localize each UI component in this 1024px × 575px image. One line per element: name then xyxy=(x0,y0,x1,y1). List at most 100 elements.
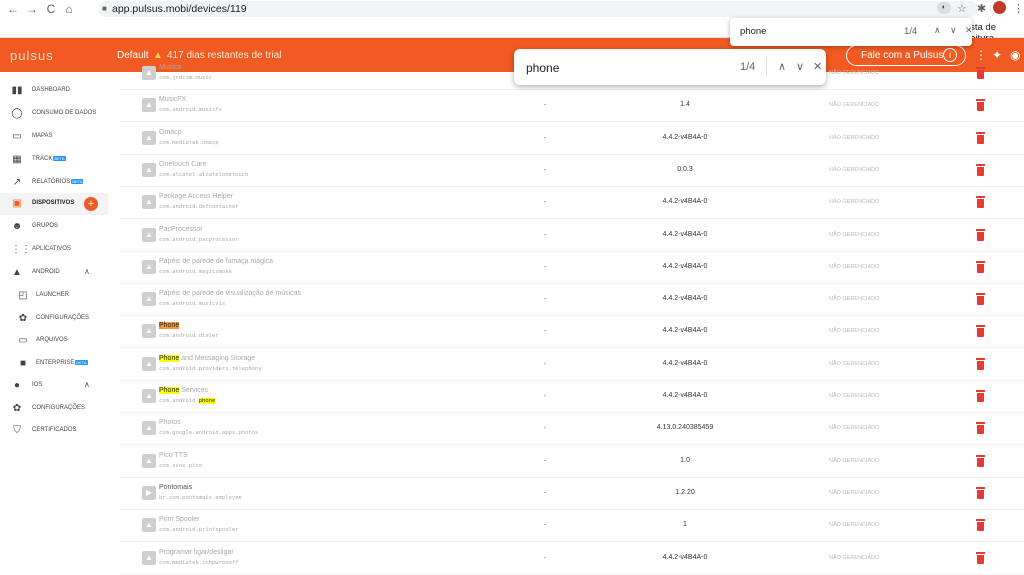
sidebar-item-ios[interactable]: ● IOS ∧ xyxy=(0,375,108,397)
app-name: Phone Services xyxy=(159,387,208,394)
delete-icon-lid xyxy=(976,196,985,199)
sidebar-item-dispositivos[interactable]: ▣ DISPOSITIVOS + xyxy=(0,193,108,215)
install-source: - xyxy=(544,489,547,497)
app-package: com.mediatek.schpwronoff xyxy=(159,559,239,566)
delete-icon[interactable] xyxy=(976,131,985,144)
delete-icon[interactable] xyxy=(976,390,985,402)
sidebar-item-mapas[interactable]: ▭ MAPAS xyxy=(0,126,108,148)
find-bar-secondary: phone 1/4 ∧ ∨ ✕ xyxy=(730,18,973,46)
sidebar-item-launcher[interactable]: ◰ LAUNCHER xyxy=(0,285,108,307)
find-close-icon[interactable]: ✕ xyxy=(965,25,973,36)
sidebar-item-label: CONFIGURAÇÕES xyxy=(32,405,85,411)
back-icon[interactable]: ← xyxy=(6,2,20,16)
delete-icon-lid xyxy=(976,67,985,69)
puzzle-icon[interactable]: ✱ xyxy=(977,2,986,15)
delete-icon[interactable] xyxy=(976,519,985,532)
delete-icon[interactable] xyxy=(976,99,985,112)
profile-avatar[interactable] xyxy=(993,1,1006,14)
sidebar-item-track[interactable]: ▦ TRACK BETA xyxy=(0,149,108,171)
table-row: ▲ PacProcessor com.android.pacprocessor - 4.… xyxy=(120,220,1024,252)
android-app-icon: ▲ xyxy=(142,292,156,307)
sidebar-item-label: IOS xyxy=(32,382,42,388)
sidebar-item-android[interactable]: ▲ ANDROID ∧ xyxy=(0,262,108,284)
install-source: - xyxy=(544,296,547,304)
find-close-icon[interactable]: ✕ xyxy=(813,60,822,73)
sidebar-item-label: CONSUMO DE DADOS xyxy=(32,110,96,116)
delete-icon[interactable] xyxy=(976,228,985,241)
install-source: - xyxy=(544,328,547,336)
management-status: NÃO GERENCIADO xyxy=(829,328,880,335)
app-name: Omacp xyxy=(159,128,182,136)
delete-icon[interactable] xyxy=(976,454,985,467)
app-name: Musica xyxy=(159,64,182,71)
sidebar-item-label: CONFIGURAÇÕES xyxy=(36,315,89,321)
app-name-rest: Services xyxy=(179,387,209,394)
address-bar[interactable]: ■ app.pulsus.mobi/devices/119 xyxy=(98,1,978,17)
pulsus-logo[interactable]: pulsus xyxy=(10,48,54,63)
delete-icon-body xyxy=(977,70,984,79)
delete-icon-lid xyxy=(976,325,985,328)
app-package: com.mediatek.omacp xyxy=(159,139,219,146)
delete-icon[interactable] xyxy=(976,486,985,499)
sidebar-item-enterprise[interactable]: ■ ENTERPRISE BETA xyxy=(0,353,108,375)
delete-icon[interactable] xyxy=(976,551,985,564)
reload-icon[interactable]: C xyxy=(44,2,58,16)
sidebar-item-configura-es[interactable]: ✿ CONFIGURAÇÕES xyxy=(0,398,108,420)
sidebar: ▮▮ DASHBOARD ◯ CONSUMO DE DADOS ▭ MAPAS ▦ TRACK… xyxy=(0,72,108,567)
sidebar-item-label: ARQUIVOS xyxy=(36,337,68,343)
home-icon[interactable]: ⌂ xyxy=(62,2,76,16)
table-row: ▲ Programar ligar/desligar com.mediatek.sc… xyxy=(120,543,1024,575)
extension-icon[interactable]: ◐ xyxy=(937,2,951,14)
find-query[interactable]: phone xyxy=(526,61,559,75)
sidebar-item-dashboard[interactable]: ▮▮ DASHBOARD xyxy=(0,80,108,102)
app-package: com.android.defcontainer xyxy=(159,204,239,211)
delete-icon-body xyxy=(977,134,984,144)
delete-icon-body xyxy=(977,393,984,402)
star-icon[interactable]: ☆ xyxy=(957,2,967,15)
find-query-secondary[interactable]: phone xyxy=(740,26,766,37)
sidebar-item-relat-rios[interactable]: ↗ RELATÓRIOS BETA xyxy=(0,172,108,194)
delete-icon[interactable] xyxy=(976,325,985,338)
app-name: Onetouch Care xyxy=(159,160,207,168)
delete-icon[interactable] xyxy=(976,260,985,273)
sidebar-item-certificados[interactable]: ⛉ CERTIFICADOS xyxy=(0,420,108,442)
delete-icon[interactable] xyxy=(976,163,985,176)
app-package: br.com.pontomais.employee xyxy=(159,494,242,501)
app-package-prefix: com.android. xyxy=(159,398,199,404)
app-package: com.android.providers.telephony xyxy=(159,365,262,372)
sidebar-item-arquivos[interactable]: ▭ ARQUIVOS xyxy=(0,330,108,352)
find-next-icon[interactable]: ∨ xyxy=(950,25,957,36)
sidebar-item-grupos[interactable]: ☻ GRUPOS xyxy=(0,216,108,238)
sidebar-item-label: GRUPOS xyxy=(32,223,58,229)
delete-icon[interactable] xyxy=(976,196,985,209)
chevron-up-icon[interactable]: ∧ xyxy=(84,380,90,389)
table-row: ▲ Papéis de parede de fumaça mágica com.an… xyxy=(120,252,1024,284)
delete-icon[interactable] xyxy=(976,422,985,435)
chevron-up-icon[interactable]: ∧ xyxy=(84,267,90,276)
sidebar-item-configura-es[interactable]: ✿ CONFIGURAÇÕES xyxy=(0,308,108,330)
delete-icon-lid xyxy=(976,163,985,166)
sidebar-item-text: ARQUIVOS xyxy=(36,337,68,343)
install-source: - xyxy=(544,231,547,239)
find-prev-icon[interactable]: ∧ xyxy=(934,25,941,36)
find-next-icon[interactable]: ∨ xyxy=(796,60,804,73)
app-name: Photos xyxy=(159,419,181,427)
kebab-menu-icon[interactable]: ⋮ xyxy=(1013,2,1024,15)
briefcase-icon: ■ xyxy=(19,358,27,369)
find-bar: phone 1/4 ∧ ∨ ✕ xyxy=(514,49,826,85)
delete-icon-body xyxy=(977,554,984,564)
sidebar-item-text: TRACK xyxy=(32,156,53,163)
install-source: - xyxy=(544,393,547,400)
add-device-button[interactable]: + xyxy=(84,197,98,211)
beta-badge: BETA xyxy=(75,360,88,365)
sidebar-item-label: MAPAS xyxy=(32,133,53,139)
delete-icon[interactable] xyxy=(976,357,985,370)
sidebar-item-consumo-de-dados[interactable]: ◯ CONSUMO DE DADOS xyxy=(0,103,108,125)
sidebar-item-aplicativos[interactable]: ⋮⋮ APLICATIVOS xyxy=(0,239,108,261)
app-name: MusicFX xyxy=(159,96,187,104)
delete-icon[interactable] xyxy=(976,67,985,79)
find-prev-icon[interactable]: ∧ xyxy=(778,60,786,73)
app-name: Pontomais xyxy=(159,483,193,491)
forward-icon[interactable]: → xyxy=(25,2,39,16)
delete-icon[interactable] xyxy=(976,293,985,306)
